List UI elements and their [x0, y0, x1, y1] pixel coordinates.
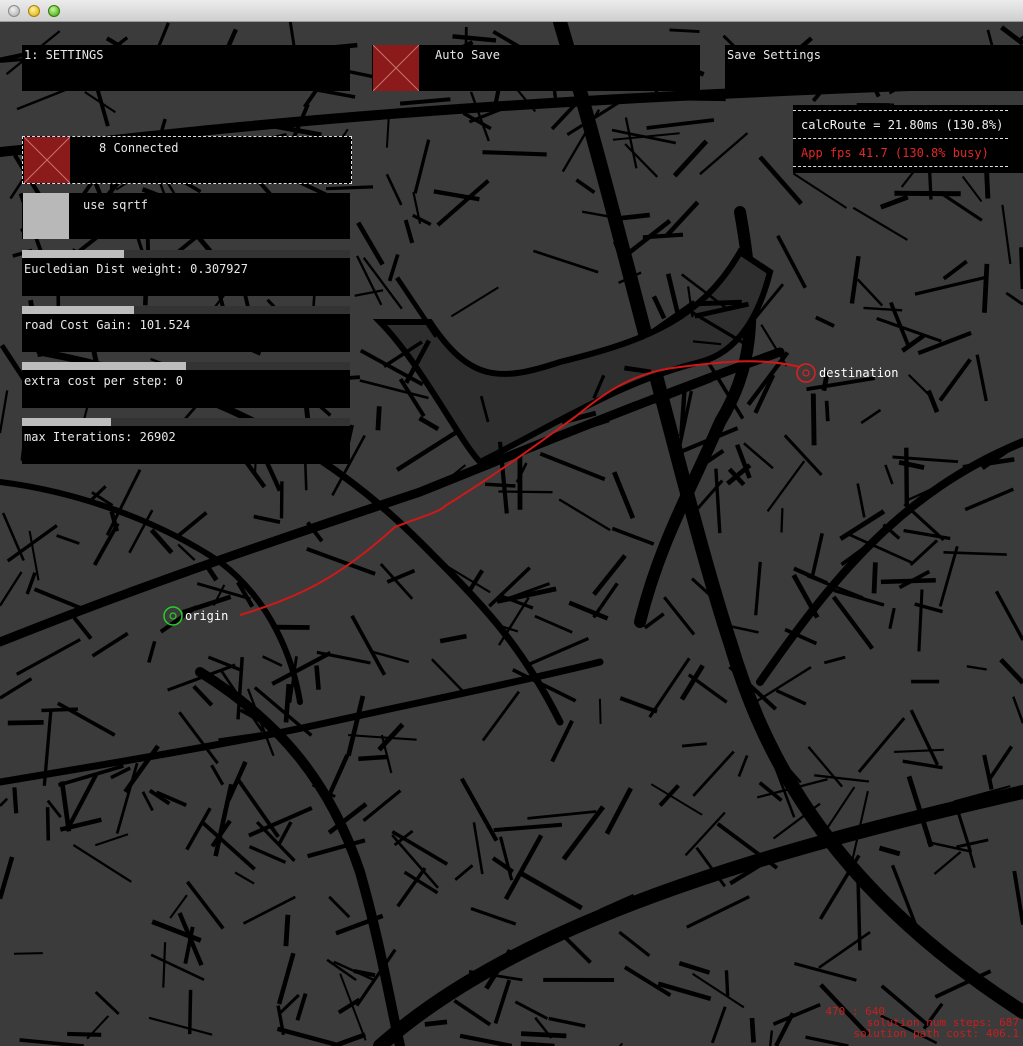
slider-label-panel: Eucledian Dist weight: 0.307927 — [22, 258, 350, 296]
slider-eucledian-dist-weight[interactable]: Eucledian Dist weight: 0.307927 — [22, 250, 350, 296]
use-sqrtf-label: use sqrtf — [83, 198, 149, 212]
slider-fill — [22, 250, 124, 258]
connected-label: 8 Connected — [99, 141, 179, 155]
street-segment — [749, 1017, 756, 1043]
save-settings-button[interactable]: Save Settings — [725, 45, 1023, 91]
street-segment — [642, 232, 684, 240]
perf-panel: calcRoute = 21.80ms (130.8%) App fps 41.… — [793, 105, 1023, 173]
destination-label: destination — [819, 366, 898, 380]
street-segment — [375, 406, 382, 431]
slider-label: road Cost Gain: 101.524 — [24, 318, 191, 332]
street-segment — [424, 1019, 448, 1027]
street-segment — [325, 185, 374, 191]
street-segment — [824, 400, 830, 422]
street-segment — [67, 1031, 102, 1037]
maximize-window-icon[interactable] — [48, 5, 60, 17]
window-titlebar — [0, 0, 1023, 22]
perf-divider — [793, 166, 1008, 167]
street-segment — [673, 96, 726, 102]
street-segment — [187, 989, 193, 1035]
street-segment — [769, 1030, 774, 1046]
settings-title: 1: SETTINGS — [24, 48, 104, 62]
auto-save-toggle[interactable] — [372, 44, 420, 92]
street-segment — [810, 393, 817, 446]
slider-label: max Iterations: 26902 — [24, 430, 176, 444]
use-sqrtf-toggle[interactable] — [23, 193, 69, 239]
slider-label-panel: max Iterations: 26902 — [22, 426, 350, 464]
slider-track[interactable] — [22, 362, 350, 370]
street-segment — [982, 263, 990, 313]
slider-track[interactable] — [22, 250, 350, 258]
street-segment — [669, 28, 700, 34]
street-segment — [871, 562, 878, 594]
slider-label: Eucledian Dist weight: 0.307927 — [24, 262, 248, 276]
close-window-icon[interactable] — [8, 5, 20, 17]
street-segment — [7, 720, 44, 726]
slider-road-cost-gain[interactable]: road Cost Gain: 101.524 — [22, 306, 350, 352]
perf-divider — [793, 110, 1008, 111]
slider-fill — [22, 306, 134, 314]
perf-divider — [793, 138, 1008, 139]
street-segment — [856, 881, 862, 951]
calc-route-timing: calcRoute = 21.80ms (130.8%) — [801, 118, 1004, 132]
slider-label: extra cost per step: 0 — [24, 374, 183, 388]
slider-extra-cost-per-step[interactable]: extra cost per step: 0 — [22, 362, 350, 408]
save-settings-label: Save Settings — [727, 48, 821, 62]
street-segment — [314, 665, 321, 690]
slider-label-panel: road Cost Gain: 101.524 — [22, 314, 350, 352]
settings-header-panel[interactable]: 1: SETTINGS — [22, 45, 350, 91]
street-segment — [358, 754, 389, 762]
street-segment — [598, 698, 602, 724]
slider-track[interactable] — [22, 418, 350, 426]
origin-label: origin — [185, 609, 228, 623]
street-segment — [13, 952, 43, 955]
connected-toggle[interactable] — [23, 136, 71, 184]
auto-save-toggle-panel[interactable]: Auto Save — [372, 44, 700, 92]
auto-save-label: Auto Save — [435, 48, 501, 62]
toggle-cross-icon — [372, 44, 420, 92]
connected-toggle-panel[interactable]: 8 Connected — [22, 136, 352, 184]
street-segment — [780, 508, 784, 533]
street-segment — [45, 807, 51, 841]
street-segment — [894, 190, 961, 197]
street-segment — [520, 1031, 567, 1039]
toggle-cross-icon — [23, 136, 71, 184]
slider-max-iterations[interactable]: max Iterations: 26902 — [22, 418, 350, 464]
street-segment — [283, 683, 292, 723]
slider-fill — [22, 418, 111, 426]
app-fps: App fps 41.7 (130.8% busy) — [801, 146, 989, 160]
street-segment — [283, 914, 291, 947]
slider-label-panel: extra cost per step: 0 — [22, 370, 350, 408]
street-segment — [904, 447, 909, 507]
slider-fill — [22, 362, 186, 370]
slider-track[interactable] — [22, 306, 350, 314]
solution-path-cost: solution path cost: 406.1 — [853, 1027, 1019, 1040]
street-segment — [482, 150, 547, 157]
street-segment — [12, 787, 19, 814]
street-segment — [485, 482, 516, 488]
street-segment — [724, 970, 730, 997]
use-sqrtf-toggle-panel[interactable]: use sqrtf — [22, 193, 350, 239]
minimize-window-icon[interactable] — [28, 5, 40, 17]
